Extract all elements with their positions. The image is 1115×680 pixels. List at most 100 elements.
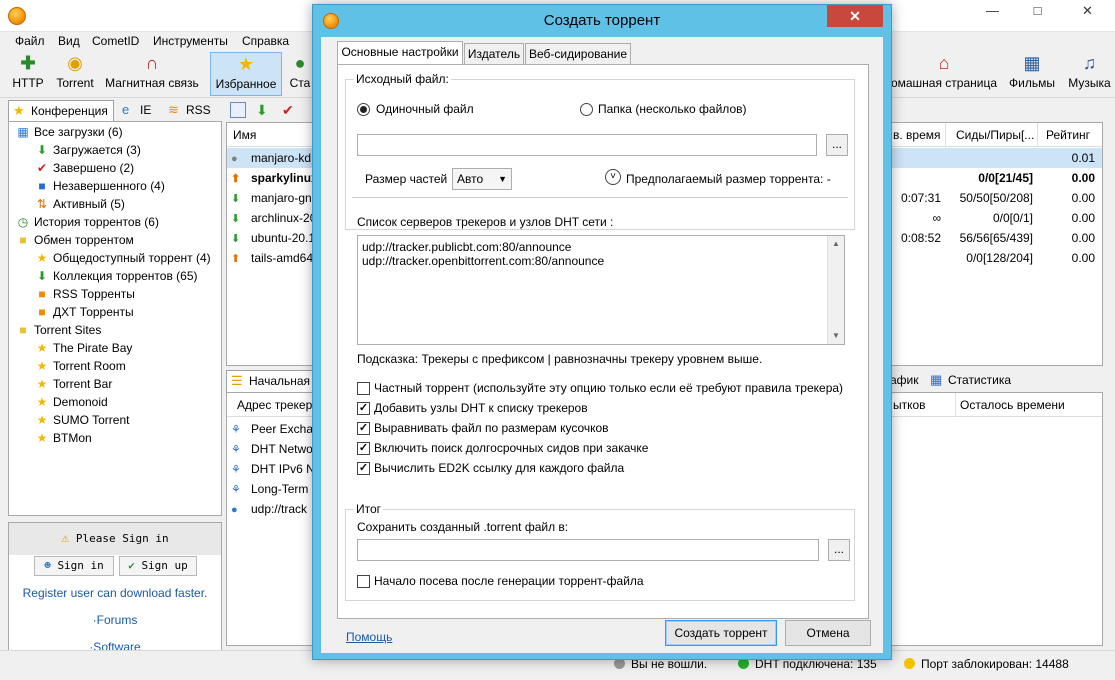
table-row[interactable]: ⬆ sparkylinux — [231, 168, 315, 188]
source-path-input[interactable] — [357, 134, 817, 156]
tree-site-demonoid[interactable]: ★ Demonoid — [37, 393, 108, 411]
tree-rss-torrents[interactable]: ■ RSS Торренты — [38, 285, 134, 303]
tree-dht-torrents[interactable]: ■ ДХТ Торренты — [38, 303, 133, 321]
basic-settings-panel: Исходный файл: Одиночный файл Папка (нес… — [337, 64, 869, 619]
sign-in-prompt-text: Please Sign in — [75, 532, 169, 545]
tree-history[interactable]: ◷ История торрентов (6) — [18, 213, 159, 231]
left-panel-tabs: ★ Конференция e IE ≋ RSS — [8, 100, 222, 122]
tree-active[interactable]: ⇅ Активный (5) — [37, 195, 125, 213]
radio-folder[interactable] — [580, 103, 593, 116]
menu-tools[interactable]: Инструменты — [153, 34, 228, 48]
tab-conference[interactable]: ★ Конференция — [8, 100, 114, 122]
torrent-list-right-columns: в. время Сиды/Пиры[... Рейтинг 0.01 0/0[… — [888, 122, 1103, 366]
toolbar-http-button[interactable]: ✚ HTTP — [8, 52, 48, 96]
maximize-button[interactable]: □ — [1015, 0, 1060, 22]
sign-in-button[interactable]: ☻ Sign in — [34, 556, 114, 576]
tab-statistics[interactable]: ▦ Статистика — [926, 370, 1018, 392]
tab-web-seeding[interactable]: Веб-сидирование — [525, 43, 631, 65]
tree-label: Загружается (3) — [53, 143, 141, 157]
piece-size-select[interactable]: Авто ▼ — [452, 168, 512, 190]
menu-view[interactable]: Вид — [58, 34, 80, 48]
tracker-label: Peer Exchan — [251, 422, 316, 436]
toolbar-films-button[interactable]: ▦ Фильмы — [1004, 52, 1060, 96]
tab-basic-settings[interactable]: Основные настройки — [337, 41, 463, 65]
list-item[interactable]: ⚘ Long-Term — [231, 479, 308, 499]
tree-site-btmon[interactable]: ★ BTMon — [37, 429, 92, 447]
column-seeds-peers[interactable]: Сиды/Пиры[... — [945, 123, 1037, 147]
table-row[interactable]: ⬇ manjaro-gn — [231, 188, 312, 208]
piece-size-label: Размер частей — [365, 172, 448, 186]
menu-file[interactable]: Файл — [15, 34, 45, 48]
table-row[interactable]: ⬆ tails-amd64 — [231, 248, 313, 268]
tree-downloading[interactable]: ⬇ Загружается (3) — [37, 141, 141, 159]
check-icon[interactable]: ✔ — [282, 102, 294, 119]
toolbar-magnet-button[interactable]: ∩ Магнитная связь — [102, 52, 202, 96]
tab-publisher[interactable]: Издатель — [464, 43, 524, 65]
toolbar-music-button[interactable]: ♫ Музыка — [1064, 52, 1115, 96]
tree-site-torrent-bar[interactable]: ★ Torrent Bar — [37, 375, 113, 393]
trackers-textarea[interactable]: udp://tracker.publicbt.com:80/announce u… — [357, 235, 845, 345]
table-row[interactable]: ⬇ ubuntu-20.1 — [231, 228, 315, 248]
cell-rating: 0.01 — [1071, 151, 1095, 165]
column-rating[interactable]: Рейтинг — [1037, 123, 1102, 147]
tab-general[interactable]: ☰ Начальная — [226, 370, 316, 392]
list-item[interactable]: ⚘ DHT IPv6 N — [231, 459, 315, 479]
tree-torrent-collection[interactable]: ⬇ Коллекция торрентов (65) — [37, 267, 198, 285]
dialog-close-button[interactable]: ✕ — [827, 5, 883, 27]
tab-rss[interactable]: ≋ RSS — [164, 100, 218, 122]
source-browse-button[interactable]: ... — [826, 134, 848, 156]
tab-ie[interactable]: e IE — [118, 100, 162, 122]
option-dht-nodes-checkbox[interactable]: ✓ — [357, 402, 370, 415]
toolbar-favorites-button[interactable]: ★ Избранное — [210, 52, 282, 96]
help-link[interactable]: Помощь — [346, 630, 392, 644]
scroll-down-icon[interactable]: ▼ — [828, 328, 844, 344]
trackers-scrollbar[interactable]: ▲ ▼ — [827, 236, 844, 344]
minimize-icon: — — [986, 3, 999, 18]
scroll-up-icon[interactable]: ▲ — [828, 236, 844, 252]
tree-torrent-sites[interactable]: ■ Torrent Sites — [19, 321, 101, 339]
toolbar-home-button[interactable]: ⌂ омашная страница — [888, 52, 1000, 96]
toolbar-torrent-button[interactable]: ◉ Torrent — [52, 52, 98, 96]
download-arrow-icon[interactable]: ⬇ — [256, 102, 268, 119]
close-button[interactable]: ✕ — [1060, 0, 1115, 22]
tree-site-torrent-room[interactable]: ★ Torrent Room — [37, 357, 126, 375]
list-item[interactable]: ⚘ Peer Exchan — [231, 419, 316, 439]
seed-after-checkbox[interactable] — [357, 575, 370, 588]
tree-completed[interactable]: ✔ Завершено (2) — [37, 159, 134, 177]
new-task-icon[interactable] — [230, 102, 246, 118]
table-row[interactable]: ⬇ archlinux-20 — [231, 208, 315, 228]
minimize-button[interactable]: — — [970, 0, 1015, 22]
save-path-input[interactable] — [357, 539, 819, 561]
option-private-checkbox[interactable] — [357, 382, 370, 395]
forums-link[interactable]: ·Forums — [9, 613, 221, 627]
seed-after-label: Начало посева после генерации торрент-фа… — [374, 574, 644, 588]
column-name[interactable]: Имя — [227, 123, 315, 147]
list-item[interactable]: ● udp://track — [231, 499, 307, 519]
column-tracker-address[interactable]: Адрес трекера — [227, 393, 315, 417]
option-align-pieces-checkbox[interactable]: ✓ — [357, 422, 370, 435]
cancel-button[interactable]: Отмена — [785, 620, 871, 646]
tree-torrent-exchange[interactable]: ■ Обмен торрентом — [19, 231, 133, 249]
list-item[interactable]: ⚘ DHT Netwo — [231, 439, 313, 459]
column-attempts[interactable]: ытков — [889, 393, 955, 417]
row-name: manjaro-kd — [251, 151, 312, 165]
table-row[interactable]: ● manjaro-kd — [231, 148, 311, 168]
radio-single-file[interactable] — [357, 103, 370, 116]
tree-all-downloads[interactable]: ▦ Все загрузки (6) — [17, 123, 122, 141]
column-time-left[interactable]: Осталось времени — [955, 393, 1102, 417]
menu-cometid[interactable]: CometID — [92, 34, 139, 48]
tree-incomplete[interactable]: ■ Незавершенного (4) — [38, 177, 164, 195]
tree-site-pirate-bay[interactable]: ★ The Pirate Bay — [37, 339, 133, 357]
column-remaining-time[interactable]: в. время — [889, 123, 945, 147]
save-browse-button[interactable]: ... — [828, 539, 850, 561]
option-ed2k-checkbox[interactable]: ✓ — [357, 462, 370, 475]
tree-site-sumo[interactable]: ★ SUMO Torrent — [37, 411, 130, 429]
menu-help[interactable]: Справка — [242, 34, 289, 48]
option-long-term-seeds-checkbox[interactable]: ✓ — [357, 442, 370, 455]
create-torrent-button[interactable]: Создать торрент — [665, 620, 777, 646]
tree-public-torrent[interactable]: ★ Общедоступный торрент (4) — [37, 249, 211, 267]
register-note[interactable]: Register user can download faster. — [9, 586, 221, 600]
toolbar-start-button[interactable]: ● Ста — [288, 52, 312, 96]
expand-estimate-button[interactable]: ˅ — [605, 169, 621, 185]
sign-up-button[interactable]: ✔ Sign up — [119, 556, 197, 576]
